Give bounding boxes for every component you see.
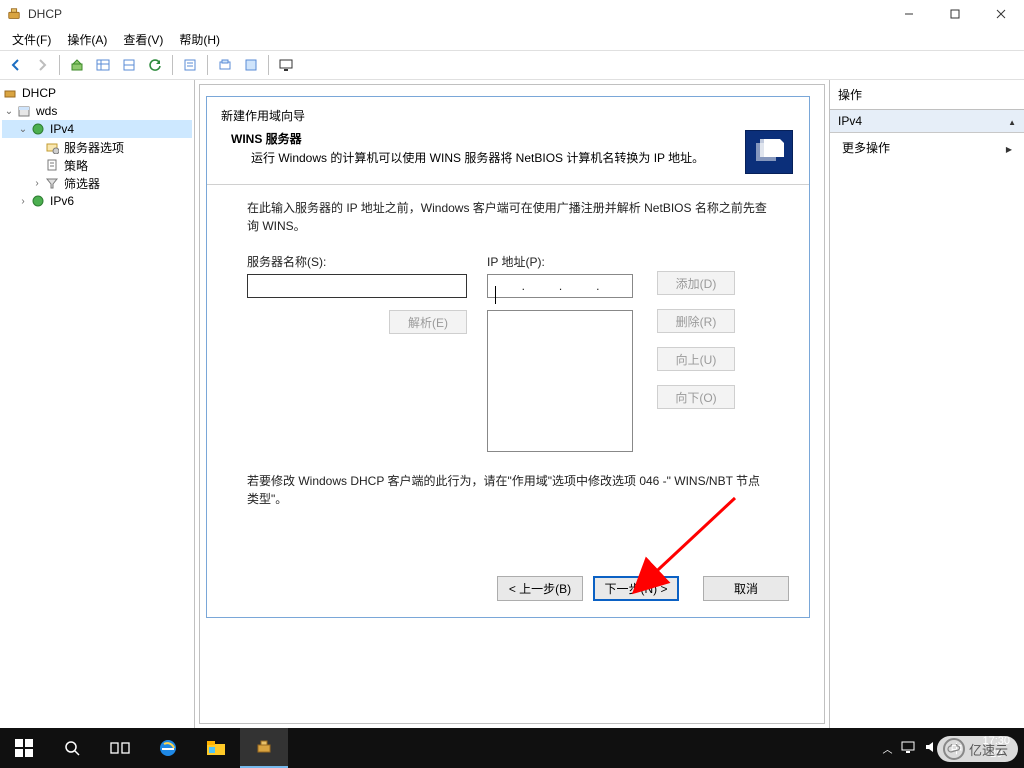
ie-icon[interactable] <box>144 728 192 768</box>
tree-label: IPv6 <box>50 194 74 208</box>
tree-node-server[interactable]: ⌄ wds <box>2 102 192 120</box>
down-button: 向下(O) <box>657 385 735 409</box>
refresh-icon[interactable] <box>143 53 167 77</box>
cancel-button[interactable]: 取消 <box>703 576 789 601</box>
new-scope-wizard-dialog: 新建作用域向导 WINS 服务器 运行 Windows 的计算机可以使用 WIN… <box>206 96 810 618</box>
menu-view[interactable]: 查看(V) <box>115 29 171 50</box>
wizard-heading: WINS 服务器 <box>231 130 735 147</box>
search-icon[interactable] <box>48 728 96 768</box>
tree-label: 服务器选项 <box>64 139 124 156</box>
up-icon[interactable] <box>65 53 89 77</box>
dhcp-task-icon[interactable] <box>240 728 288 768</box>
close-button[interactable] <box>978 0 1024 28</box>
taskview-icon[interactable] <box>96 728 144 768</box>
actions-more-label: 更多操作 <box>842 139 890 156</box>
ip-list[interactable] <box>487 310 633 452</box>
actions-band[interactable]: IPv4 <box>830 110 1024 133</box>
actions-band-label: IPv4 <box>838 114 862 128</box>
watermark-badge: 亿速云 <box>937 736 1018 762</box>
collapse-icon <box>1008 114 1016 128</box>
explorer-icon[interactable] <box>192 728 240 768</box>
tree-node-server-options[interactable]: 服务器选项 <box>2 138 192 156</box>
filters-icon <box>44 175 60 191</box>
toolbar-view-icon[interactable] <box>91 53 115 77</box>
chevron-right-icon <box>1006 141 1012 155</box>
tree-label: wds <box>36 104 57 118</box>
tree-label: DHCP <box>22 86 56 100</box>
dhcp-root-icon <box>2 85 18 101</box>
wizard-title: 新建作用域向导 <box>207 97 809 126</box>
server-name-input[interactable] <box>247 274 467 298</box>
tree-node-dhcp[interactable]: DHCP <box>2 84 192 102</box>
toolbar-monitor-icon[interactable] <box>274 53 298 77</box>
menubar: 文件(F) 操作(A) 查看(V) 帮助(H) <box>0 28 1024 50</box>
tree-label: 策略 <box>64 157 88 174</box>
menu-help[interactable]: 帮助(H) <box>171 29 228 50</box>
start-button[interactable] <box>0 728 48 768</box>
actions-header: 操作 <box>830 80 1024 110</box>
properties-icon[interactable] <box>178 53 202 77</box>
wizard-instruction: 在此输入服务器的 IP 地址之前，Windows 客户端可在使用广播注册并解析 … <box>247 199 769 235</box>
server-name-label: 服务器名称(S): <box>247 253 467 270</box>
tray-chevron-icon[interactable]: ︿ <box>882 741 892 756</box>
back-button[interactable]: < 上一步(B) <box>497 576 583 601</box>
toolbar-misc1-icon[interactable] <box>213 53 237 77</box>
tree-node-ipv6[interactable]: › IPv6 <box>2 192 192 210</box>
nav-back-icon[interactable] <box>4 53 28 77</box>
menu-file[interactable]: 文件(F) <box>4 29 59 50</box>
menu-action[interactable]: 操作(A) <box>59 29 115 50</box>
tree-node-filters[interactable]: › 筛选器 <box>2 174 192 192</box>
actions-pane: 操作 IPv4 更多操作 <box>830 80 1024 728</box>
actions-more[interactable]: 更多操作 <box>830 133 1024 162</box>
dhcp-mmc-window: DHCP 文件(F) 操作(A) 查看(V) 帮助(H) <box>0 0 1024 728</box>
server-icon <box>16 103 32 119</box>
toolbar <box>0 50 1024 80</box>
toolbar-misc2-icon[interactable] <box>239 53 263 77</box>
nav-forward-icon <box>30 53 54 77</box>
tree-pane[interactable]: DHCP ⌄ wds ⌄ IPv4 服务器选项 策略 › <box>0 80 195 728</box>
ipv6-icon <box>30 193 46 209</box>
wizard-subheading: 运行 Windows 的计算机可以使用 WINS 服务器将 NetBIOS 计算… <box>231 149 735 166</box>
tree-label: 筛选器 <box>64 175 100 192</box>
tree-label: IPv4 <box>50 122 74 136</box>
wizard-footnote: 若要修改 Windows DHCP 客户端的此行为，请在"作用域"选项中修改选项… <box>247 472 769 508</box>
maximize-button[interactable] <box>932 0 978 28</box>
tree-node-ipv4[interactable]: ⌄ IPv4 <box>2 120 192 138</box>
app-title: DHCP <box>28 7 62 21</box>
dhcp-app-icon <box>6 6 22 22</box>
up-button: 向上(U) <box>657 347 735 371</box>
ip-address-input[interactable]: ... <box>487 274 633 298</box>
minimize-button[interactable] <box>886 0 932 28</box>
cloud-icon <box>943 738 965 760</box>
resolve-button: 解析(E) <box>389 310 467 334</box>
tree-node-policies[interactable]: 策略 <box>2 156 192 174</box>
titlebar: DHCP <box>0 0 1024 28</box>
network-icon[interactable] <box>900 740 916 757</box>
ip-address-label: IP 地址(P): <box>487 253 637 270</box>
next-button[interactable]: 下一步(N) > <box>593 576 679 601</box>
toolbar-options-icon[interactable] <box>117 53 141 77</box>
ipv4-icon <box>30 121 46 137</box>
watermark-text: 亿速云 <box>969 740 1008 759</box>
taskbar[interactable]: ︿ 中 17:30 20 <box>0 728 1024 768</box>
remove-button: 删除(R) <box>657 309 735 333</box>
server-options-icon <box>44 139 60 155</box>
add-button: 添加(D) <box>657 271 735 295</box>
policies-icon <box>44 157 60 173</box>
wizard-hero-icon <box>745 130 793 174</box>
